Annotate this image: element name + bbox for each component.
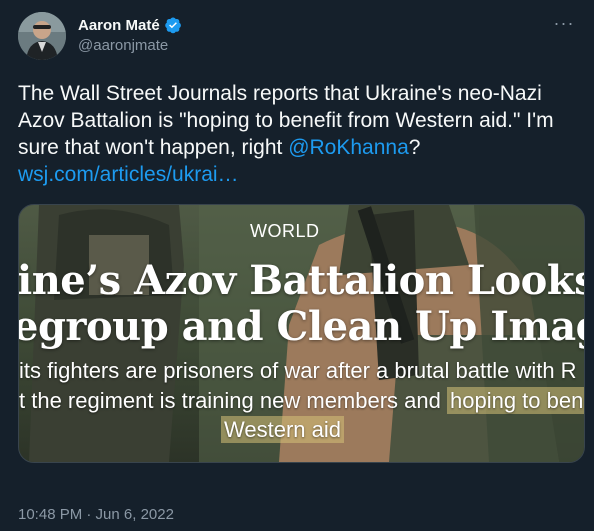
headline-line-1: ine’s Azov Battalion Looks xyxy=(18,257,585,304)
article-overlay: WORLD ine’s Azov Battalion Looks egroup … xyxy=(19,205,584,462)
tweet-punctuation: ? xyxy=(408,136,421,159)
article-link[interactable]: wsj.com/articles/ukrai… xyxy=(18,163,239,186)
avatar[interactable] xyxy=(18,12,66,60)
article-card-image[interactable]: WORLD ine’s Azov Battalion Looks egroup … xyxy=(18,204,585,463)
avatar-photo xyxy=(18,12,66,60)
tweet-header: Aaron Maté @aaronjmate ··· xyxy=(18,12,578,62)
more-dots-icon[interactable]: ··· xyxy=(550,14,578,38)
author-handle[interactable]: @aaronjmate xyxy=(78,37,182,54)
tweet-timestamp[interactable]: 10:48 PM · Jun 6, 2022 xyxy=(18,506,174,523)
headline-line-2: egroup and Clean Up Image xyxy=(18,303,585,350)
subheadline-highlight: hoping to ben xyxy=(446,387,584,414)
author-display-name[interactable]: Aaron Maté xyxy=(78,17,160,34)
verified-badge-icon xyxy=(164,16,182,34)
subheadline-line-2-text: t the regiment is training new members a… xyxy=(19,388,447,413)
subheadline-line-1: its fighters are prisoners of war after … xyxy=(19,358,577,383)
subheadline-line-3: Western aid xyxy=(221,416,344,443)
section-label: WORLD xyxy=(250,221,320,241)
subheadline-line-2: t the regiment is training new members a… xyxy=(19,387,584,414)
mention-link[interactable]: @RoKhanna xyxy=(288,136,409,159)
subheadline-highlight-2: Western aid xyxy=(221,416,344,443)
tweet-text: The Wall Street Journals reports that Uk… xyxy=(18,80,578,188)
